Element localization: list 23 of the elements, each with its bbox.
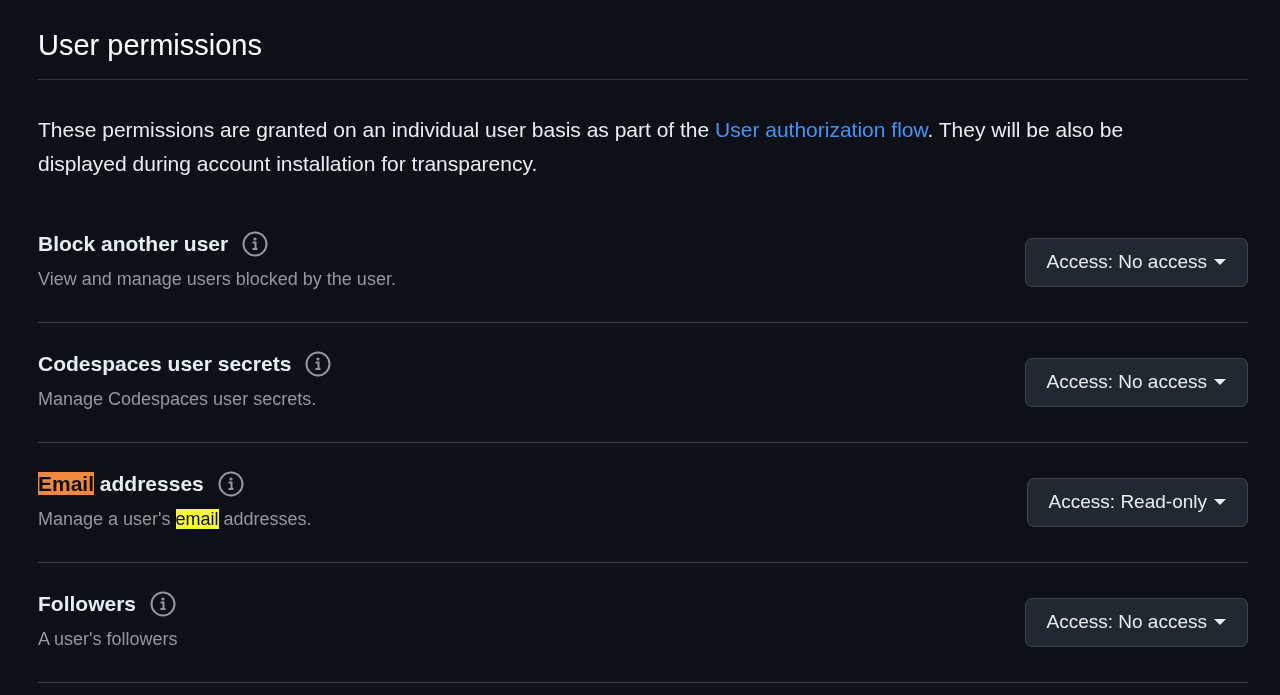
access-dropdown[interactable]: Access: No access	[1024, 237, 1248, 288]
caret-icon	[1213, 377, 1227, 386]
permission-title: Block another user	[38, 231, 229, 258]
access-dropdown[interactable]: Access: No access	[1024, 597, 1248, 648]
info-icon[interactable]	[150, 590, 177, 617]
intro-paragraph: These permissions are granted on an individual user basis as part of the User authorization flow. They will be also be displayed during account installation for transparency.	[38, 116, 1125, 177]
info-icon[interactable]	[305, 350, 332, 377]
info-icon[interactable]	[242, 230, 269, 257]
page-heading: User permissions	[38, 29, 262, 61]
permission-title: Followers	[38, 591, 137, 618]
permission-description: Manage Codespaces user secrets.	[38, 387, 318, 411]
permission-description: View and manage users blocked by the user.	[38, 267, 396, 291]
authorization-flow-link[interactable]: User authorization flow	[715, 117, 928, 141]
permission-description: A user's followers	[38, 627, 178, 651]
permission-description: Manage a user's email addresses.	[38, 507, 312, 531]
permission-title: Email addresses	[38, 471, 204, 498]
access-dropdown[interactable]: Access: Read-only	[1026, 477, 1248, 528]
permission-title: Codespaces user secrets	[38, 351, 292, 378]
info-icon[interactable]	[217, 470, 244, 497]
caret-icon	[1213, 257, 1227, 266]
caret-icon	[1213, 617, 1227, 626]
access-dropdown[interactable]: Access: No access	[1024, 357, 1248, 408]
caret-icon	[1213, 497, 1227, 506]
